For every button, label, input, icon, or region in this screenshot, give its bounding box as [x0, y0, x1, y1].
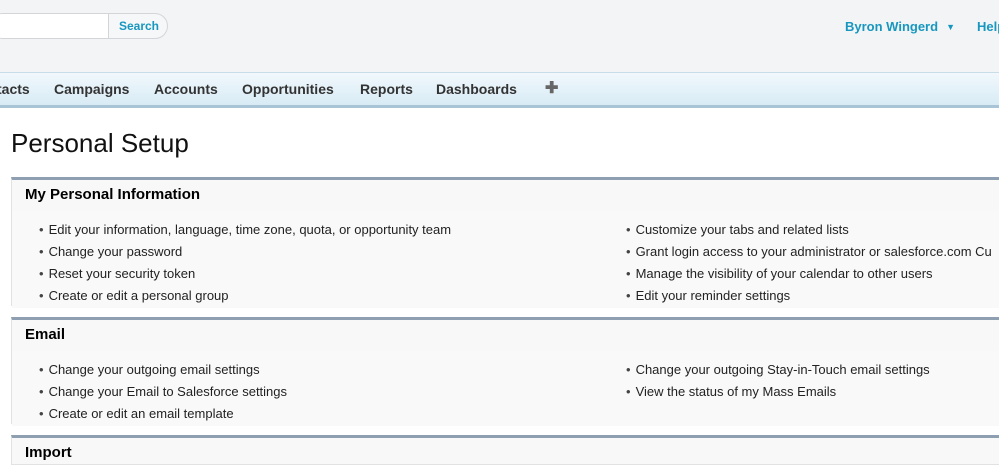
tab-contacts[interactable]: tacts	[0, 73, 30, 105]
search-input[interactable]	[0, 14, 109, 38]
link-personal-group[interactable]: Create or edit a personal group	[39, 288, 229, 303]
user-menu[interactable]: Byron Wingerd ▼	[845, 19, 955, 34]
link-grant-login-access[interactable]: Grant login access to your administrator…	[626, 244, 992, 259]
section-body: Change your outgoing email settings Chan…	[12, 351, 999, 426]
tab-accounts[interactable]: Accounts	[154, 73, 218, 105]
tab-campaigns[interactable]: Campaigns	[54, 73, 129, 105]
tab-dashboards[interactable]: Dashboards	[436, 73, 517, 105]
link-calendar-visibility[interactable]: Manage the visibility of your calendar t…	[626, 266, 933, 281]
search-box: Search	[0, 13, 168, 39]
section-import: Import	[11, 435, 999, 465]
section-title: My Personal Information	[25, 186, 201, 203]
link-mass-emails-status[interactable]: View the status of my Mass Emails	[626, 384, 837, 399]
add-tab-plus-icon[interactable]: ✚	[545, 73, 558, 105]
search-button[interactable]: Search	[111, 14, 167, 38]
help-link[interactable]: Help	[977, 19, 999, 34]
caret-down-icon: ▼	[946, 22, 955, 32]
link-stay-in-touch-settings[interactable]: Change your outgoing Stay-in-Touch email…	[626, 362, 930, 377]
section-personal-information: My Personal Information Edit your inform…	[11, 177, 999, 308]
link-edit-information[interactable]: Edit your information, language, time zo…	[39, 222, 452, 237]
tab-opportunities[interactable]: Opportunities	[242, 73, 334, 105]
tab-reports[interactable]: Reports	[360, 73, 413, 105]
section-body: Edit your information, language, time zo…	[12, 211, 999, 308]
page-title: Personal Setup	[11, 128, 189, 158]
user-name: Byron Wingerd	[845, 19, 939, 34]
link-reminder-settings[interactable]: Edit your reminder settings	[626, 288, 791, 303]
section-email: Email Change your outgoing email setting…	[11, 317, 999, 426]
link-reset-security-token[interactable]: Reset your security token	[39, 266, 196, 281]
link-email-to-salesforce[interactable]: Change your Email to Salesforce settings	[39, 384, 287, 399]
link-change-password[interactable]: Change your password	[39, 244, 183, 259]
section-title: Import	[25, 444, 72, 461]
section-title: Email	[25, 326, 66, 343]
header: Search Byron Wingerd ▼ Help	[0, 0, 999, 72]
tab-bar: tacts Campaigns Accounts Opportunities R…	[0, 72, 999, 108]
link-email-template[interactable]: Create or edit an email template	[39, 406, 234, 421]
link-customize-tabs[interactable]: Customize your tabs and related lists	[626, 222, 849, 237]
link-outgoing-email-settings[interactable]: Change your outgoing email settings	[39, 362, 260, 377]
